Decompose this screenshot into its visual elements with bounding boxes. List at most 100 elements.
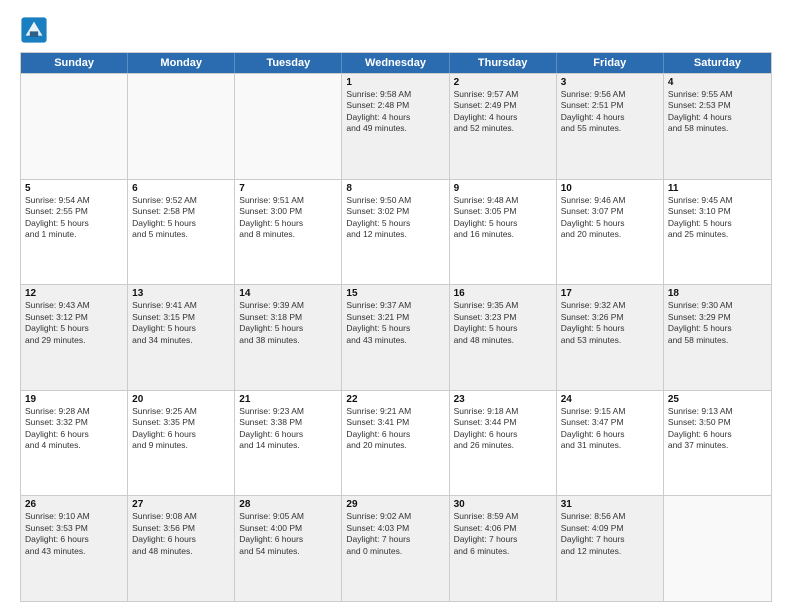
cal-cell-28: 28Sunrise: 9:05 AM Sunset: 4:00 PM Dayli… — [235, 496, 342, 601]
day-info: Sunrise: 9:50 AM Sunset: 3:02 PM Dayligh… — [346, 195, 444, 241]
day-info: Sunrise: 9:48 AM Sunset: 3:05 PM Dayligh… — [454, 195, 552, 241]
day-info: Sunrise: 9:35 AM Sunset: 3:23 PM Dayligh… — [454, 300, 552, 346]
day-info: Sunrise: 9:05 AM Sunset: 4:00 PM Dayligh… — [239, 511, 337, 557]
cal-cell-empty-0-1 — [128, 74, 235, 179]
day-number: 8 — [346, 183, 444, 194]
day-number: 12 — [25, 288, 123, 299]
calendar-body: 1Sunrise: 9:58 AM Sunset: 2:48 PM Daylig… — [21, 73, 771, 601]
cal-cell-23: 23Sunrise: 9:18 AM Sunset: 3:44 PM Dayli… — [450, 391, 557, 496]
day-info: Sunrise: 9:51 AM Sunset: 3:00 PM Dayligh… — [239, 195, 337, 241]
cal-cell-11: 11Sunrise: 9:45 AM Sunset: 3:10 PM Dayli… — [664, 180, 771, 285]
day-info: Sunrise: 9:57 AM Sunset: 2:49 PM Dayligh… — [454, 89, 552, 135]
day-number: 30 — [454, 499, 552, 510]
day-info: Sunrise: 9:32 AM Sunset: 3:26 PM Dayligh… — [561, 300, 659, 346]
day-info: Sunrise: 9:52 AM Sunset: 2:58 PM Dayligh… — [132, 195, 230, 241]
cal-cell-empty-0-0 — [21, 74, 128, 179]
header — [20, 16, 772, 44]
cal-cell-14: 14Sunrise: 9:39 AM Sunset: 3:18 PM Dayli… — [235, 285, 342, 390]
day-info: Sunrise: 9:54 AM Sunset: 2:55 PM Dayligh… — [25, 195, 123, 241]
header-day-thursday: Thursday — [450, 53, 557, 73]
cal-cell-16: 16Sunrise: 9:35 AM Sunset: 3:23 PM Dayli… — [450, 285, 557, 390]
day-info: Sunrise: 9:25 AM Sunset: 3:35 PM Dayligh… — [132, 406, 230, 452]
day-info: Sunrise: 8:59 AM Sunset: 4:06 PM Dayligh… — [454, 511, 552, 557]
cal-cell-3: 3Sunrise: 9:56 AM Sunset: 2:51 PM Daylig… — [557, 74, 664, 179]
calendar: SundayMondayTuesdayWednesdayThursdayFrid… — [20, 52, 772, 602]
day-info: Sunrise: 9:02 AM Sunset: 4:03 PM Dayligh… — [346, 511, 444, 557]
day-number: 19 — [25, 394, 123, 405]
day-info: Sunrise: 9:58 AM Sunset: 2:48 PM Dayligh… — [346, 89, 444, 135]
day-number: 1 — [346, 77, 444, 88]
cal-cell-25: 25Sunrise: 9:13 AM Sunset: 3:50 PM Dayli… — [664, 391, 771, 496]
day-number: 3 — [561, 77, 659, 88]
day-number: 10 — [561, 183, 659, 194]
cal-cell-13: 13Sunrise: 9:41 AM Sunset: 3:15 PM Dayli… — [128, 285, 235, 390]
day-info: Sunrise: 8:56 AM Sunset: 4:09 PM Dayligh… — [561, 511, 659, 557]
cal-cell-12: 12Sunrise: 9:43 AM Sunset: 3:12 PM Dayli… — [21, 285, 128, 390]
calendar-row-5: 26Sunrise: 9:10 AM Sunset: 3:53 PM Dayli… — [21, 495, 771, 601]
day-number: 14 — [239, 288, 337, 299]
cal-cell-29: 29Sunrise: 9:02 AM Sunset: 4:03 PM Dayli… — [342, 496, 449, 601]
cal-cell-19: 19Sunrise: 9:28 AM Sunset: 3:32 PM Dayli… — [21, 391, 128, 496]
day-number: 21 — [239, 394, 337, 405]
day-number: 15 — [346, 288, 444, 299]
cal-cell-27: 27Sunrise: 9:08 AM Sunset: 3:56 PM Dayli… — [128, 496, 235, 601]
cal-cell-20: 20Sunrise: 9:25 AM Sunset: 3:35 PM Dayli… — [128, 391, 235, 496]
day-number: 4 — [668, 77, 767, 88]
day-number: 20 — [132, 394, 230, 405]
day-info: Sunrise: 9:08 AM Sunset: 3:56 PM Dayligh… — [132, 511, 230, 557]
header-day-sunday: Sunday — [21, 53, 128, 73]
cal-cell-empty-4-6 — [664, 496, 771, 601]
day-number: 29 — [346, 499, 444, 510]
day-number: 9 — [454, 183, 552, 194]
day-number: 13 — [132, 288, 230, 299]
cal-cell-24: 24Sunrise: 9:15 AM Sunset: 3:47 PM Dayli… — [557, 391, 664, 496]
day-info: Sunrise: 9:56 AM Sunset: 2:51 PM Dayligh… — [561, 89, 659, 135]
header-day-saturday: Saturday — [664, 53, 771, 73]
cal-cell-2: 2Sunrise: 9:57 AM Sunset: 2:49 PM Daylig… — [450, 74, 557, 179]
day-info: Sunrise: 9:39 AM Sunset: 3:18 PM Dayligh… — [239, 300, 337, 346]
day-number: 23 — [454, 394, 552, 405]
cal-cell-10: 10Sunrise: 9:46 AM Sunset: 3:07 PM Dayli… — [557, 180, 664, 285]
day-number: 24 — [561, 394, 659, 405]
calendar-row-1: 1Sunrise: 9:58 AM Sunset: 2:48 PM Daylig… — [21, 73, 771, 179]
header-day-tuesday: Tuesday — [235, 53, 342, 73]
calendar-row-2: 5Sunrise: 9:54 AM Sunset: 2:55 PM Daylig… — [21, 179, 771, 285]
cal-cell-5: 5Sunrise: 9:54 AM Sunset: 2:55 PM Daylig… — [21, 180, 128, 285]
cal-cell-22: 22Sunrise: 9:21 AM Sunset: 3:41 PM Dayli… — [342, 391, 449, 496]
logo — [20, 16, 52, 44]
page: SundayMondayTuesdayWednesdayThursdayFrid… — [0, 0, 792, 612]
day-info: Sunrise: 9:28 AM Sunset: 3:32 PM Dayligh… — [25, 406, 123, 452]
cal-cell-21: 21Sunrise: 9:23 AM Sunset: 3:38 PM Dayli… — [235, 391, 342, 496]
cal-cell-26: 26Sunrise: 9:10 AM Sunset: 3:53 PM Dayli… — [21, 496, 128, 601]
day-info: Sunrise: 9:15 AM Sunset: 3:47 PM Dayligh… — [561, 406, 659, 452]
cal-cell-8: 8Sunrise: 9:50 AM Sunset: 3:02 PM Daylig… — [342, 180, 449, 285]
day-number: 18 — [668, 288, 767, 299]
header-day-monday: Monday — [128, 53, 235, 73]
header-day-friday: Friday — [557, 53, 664, 73]
cal-cell-9: 9Sunrise: 9:48 AM Sunset: 3:05 PM Daylig… — [450, 180, 557, 285]
day-number: 31 — [561, 499, 659, 510]
cal-cell-30: 30Sunrise: 8:59 AM Sunset: 4:06 PM Dayli… — [450, 496, 557, 601]
calendar-header: SundayMondayTuesdayWednesdayThursdayFrid… — [21, 53, 771, 73]
day-number: 25 — [668, 394, 767, 405]
day-number: 22 — [346, 394, 444, 405]
cal-cell-1: 1Sunrise: 9:58 AM Sunset: 2:48 PM Daylig… — [342, 74, 449, 179]
cal-cell-empty-0-2 — [235, 74, 342, 179]
day-number: 5 — [25, 183, 123, 194]
day-info: Sunrise: 9:45 AM Sunset: 3:10 PM Dayligh… — [668, 195, 767, 241]
calendar-row-4: 19Sunrise: 9:28 AM Sunset: 3:32 PM Dayli… — [21, 390, 771, 496]
day-number: 26 — [25, 499, 123, 510]
day-number: 28 — [239, 499, 337, 510]
day-number: 7 — [239, 183, 337, 194]
day-info: Sunrise: 9:41 AM Sunset: 3:15 PM Dayligh… — [132, 300, 230, 346]
cal-cell-4: 4Sunrise: 9:55 AM Sunset: 2:53 PM Daylig… — [664, 74, 771, 179]
day-info: Sunrise: 9:30 AM Sunset: 3:29 PM Dayligh… — [668, 300, 767, 346]
logo-icon — [20, 16, 48, 44]
day-number: 6 — [132, 183, 230, 194]
day-info: Sunrise: 9:37 AM Sunset: 3:21 PM Dayligh… — [346, 300, 444, 346]
cal-cell-15: 15Sunrise: 9:37 AM Sunset: 3:21 PM Dayli… — [342, 285, 449, 390]
day-info: Sunrise: 9:46 AM Sunset: 3:07 PM Dayligh… — [561, 195, 659, 241]
day-info: Sunrise: 9:43 AM Sunset: 3:12 PM Dayligh… — [25, 300, 123, 346]
day-info: Sunrise: 9:23 AM Sunset: 3:38 PM Dayligh… — [239, 406, 337, 452]
day-number: 27 — [132, 499, 230, 510]
